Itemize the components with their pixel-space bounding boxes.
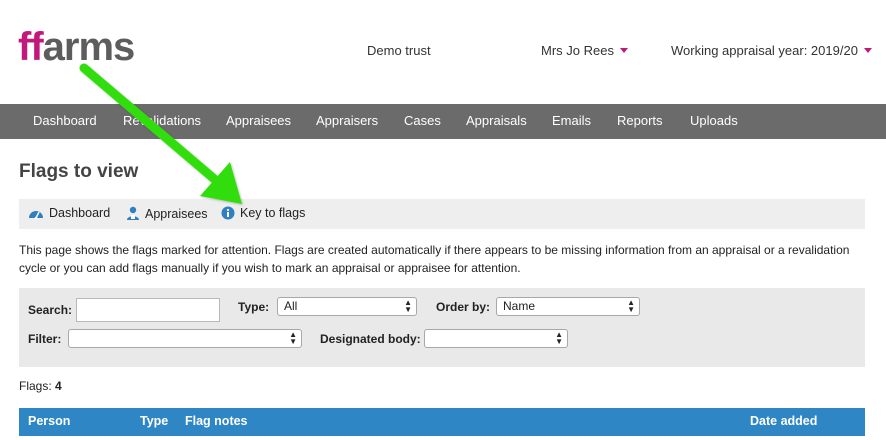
page-title: Flags to view — [19, 161, 139, 182]
intro-text: This page shows the flags marked for att… — [19, 243, 850, 275]
nav-appraisees[interactable]: Appraisees — [226, 113, 291, 128]
flags-count: Flags: 4 — [19, 379, 62, 393]
nav-emails[interactable]: Emails — [552, 113, 591, 128]
designated-body-label: Designated body: — [320, 332, 421, 346]
column-flag-notes[interactable]: Flag notes — [185, 414, 248, 428]
select-arrows-icon: ▲ ▼ — [404, 298, 412, 314]
type-select[interactable]: All ▲ ▼ — [277, 297, 417, 316]
column-type[interactable]: Type — [140, 414, 168, 428]
filter-label: Filter: — [28, 332, 62, 346]
dashboard-icon — [29, 211, 43, 220]
logo-arms: arms — [42, 25, 136, 69]
flags-table-header: Person Type Flag notes Date added — [19, 408, 865, 436]
type-label: Type: — [238, 300, 270, 314]
main-nav: Dashboard Revalidations Appraisees Appra… — [0, 104, 886, 139]
order-by-label: Order by: — [436, 300, 491, 314]
subnav-appraisees[interactable]: Appraisees — [126, 206, 208, 221]
header: ffarms Demo trust Mrs Jo Rees Working ap… — [0, 0, 886, 104]
appraisal-year-label: Working appraisal year: 2019/20 — [671, 43, 858, 58]
filter-select[interactable]: ▲ ▼ — [68, 329, 302, 348]
appraisal-year-menu[interactable]: Working appraisal year: 2019/20 — [671, 43, 872, 58]
subnav-appraisees-label: Appraisees — [145, 206, 208, 221]
subnav-dashboard-label: Dashboard — [49, 206, 111, 220]
column-date-added[interactable]: Date added — [750, 414, 817, 428]
order-by-select[interactable]: Name ▲ ▼ — [496, 297, 640, 316]
ffarms-logo[interactable]: ffarms — [18, 24, 136, 70]
flags-count-value: 4 — [55, 379, 62, 393]
search-label: Search: — [28, 303, 73, 317]
info-icon — [221, 206, 235, 220]
filter-panel: Search: Type: All ▲ ▼ Order by: Name ▲ ▼ F… — [19, 288, 865, 367]
nav-reports[interactable]: Reports — [617, 113, 663, 128]
appraisees-icon — [127, 206, 139, 220]
nav-revalidations[interactable]: Revalidations — [123, 113, 201, 128]
subnav-key-to-flags[interactable]: Key to flags — [221, 206, 305, 220]
column-person[interactable]: Person — [28, 414, 70, 428]
chevron-down-icon — [619, 48, 628, 53]
trust-name: Demo trust — [367, 43, 431, 58]
type-select-value: All — [284, 299, 298, 313]
nav-dashboard[interactable]: Dashboard — [33, 113, 97, 128]
select-arrows-icon: ▲ ▼ — [555, 330, 563, 346]
chevron-down-icon — [863, 48, 872, 53]
nav-appraisals[interactable]: Appraisals — [466, 113, 527, 128]
search-input[interactable] — [76, 298, 220, 322]
subnav-key-to-flags-label: Key to flags — [240, 206, 306, 220]
nav-cases[interactable]: Cases — [404, 113, 441, 128]
user-name: Mrs Jo Rees — [541, 43, 614, 58]
flags-count-label: Flags: — [19, 379, 56, 393]
select-arrows-icon: ▲ ▼ — [289, 330, 297, 346]
nav-uploads[interactable]: Uploads — [690, 113, 738, 128]
logo-ff: ff — [18, 25, 44, 69]
subnav-dashboard[interactable]: Dashboard — [28, 206, 110, 220]
order-by-select-value: Name — [503, 299, 536, 313]
user-menu[interactable]: Mrs Jo Rees — [541, 43, 628, 58]
select-arrows-icon: ▲ ▼ — [627, 298, 635, 314]
nav-appraisers[interactable]: Appraisers — [316, 113, 378, 128]
sub-navigation: Dashboard Appraisees Key to flags — [19, 199, 865, 229]
designated-body-select[interactable]: ▲ ▼ — [424, 329, 568, 348]
